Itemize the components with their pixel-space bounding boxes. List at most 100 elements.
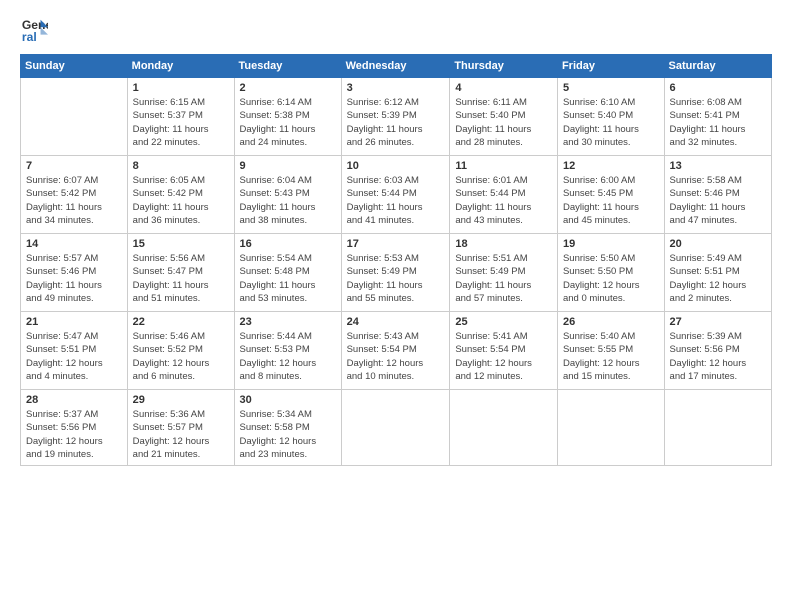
calendar-cell: 20 Sunrise: 5:49 AM Sunset: 5:51 PM Dayli…: [664, 234, 771, 312]
day-info: Sunrise: 6:14 AM Sunset: 5:38 PM Dayligh…: [240, 96, 336, 149]
day-number: 18: [455, 238, 552, 250]
day-info: Sunrise: 5:43 AM Sunset: 5:54 PM Dayligh…: [347, 330, 445, 383]
calendar-cell: 27 Sunrise: 5:39 AM Sunset: 5:56 PM Dayli…: [664, 312, 771, 390]
day-info: Sunrise: 5:47 AM Sunset: 5:51 PM Dayligh…: [26, 330, 122, 383]
calendar-cell: [450, 390, 558, 466]
day-number: 30: [240, 394, 336, 406]
weekday-header: Thursday: [450, 55, 558, 78]
day-number: 23: [240, 316, 336, 328]
calendar-cell: [21, 78, 128, 156]
calendar-cell: 15Sunrise: 5:56 AM Sunset: 5:47 PM Dayli…: [127, 234, 234, 312]
day-number: 16: [240, 238, 336, 250]
day-number: 7: [26, 160, 122, 172]
day-number: 6: [670, 82, 766, 94]
calendar-cell: [664, 390, 771, 466]
calendar-week-row: 28Sunrise: 5:37 AM Sunset: 5:56 PM Dayli…: [21, 390, 772, 466]
calendar-table: SundayMondayTuesdayWednesdayThursdayFrid…: [20, 54, 772, 466]
calendar-cell: 17 Sunrise: 5:53 AM Sunset: 5:49 PM Dayli…: [341, 234, 450, 312]
day-info: Sunrise: 6:00 AM Sunset: 5:45 PM Dayligh…: [563, 174, 659, 227]
day-number: 20: [670, 238, 766, 250]
calendar-cell: 19Sunrise: 5:50 AM Sunset: 5:50 PM Dayli…: [557, 234, 664, 312]
svg-text:ral: ral: [22, 30, 37, 44]
day-info: Sunrise: 6:11 AM Sunset: 5:40 PM Dayligh…: [455, 96, 552, 149]
day-info: Sunrise: 5:51 AM Sunset: 5:49 PM Dayligh…: [455, 252, 552, 305]
calendar-cell: 1 Sunrise: 6:15 AM Sunset: 5:37 PM Daylig…: [127, 78, 234, 156]
logo-icon: Gene ral: [20, 16, 48, 44]
calendar-cell: [341, 390, 450, 466]
day-number: 29: [133, 394, 229, 406]
day-number: 26: [563, 316, 659, 328]
day-number: 11: [455, 160, 552, 172]
day-info: Sunrise: 5:49 AM Sunset: 5:51 PM Dayligh…: [670, 252, 766, 305]
day-info: Sunrise: 5:50 AM Sunset: 5:50 PM Dayligh…: [563, 252, 659, 305]
calendar-cell: 6 Sunrise: 6:08 AM Sunset: 5:41 PM Daylig…: [664, 78, 771, 156]
day-number: 10: [347, 160, 445, 172]
day-info: Sunrise: 5:57 AM Sunset: 5:46 PM Dayligh…: [26, 252, 122, 305]
calendar-cell: 12 Sunrise: 6:00 AM Sunset: 5:45 PM Dayli…: [557, 156, 664, 234]
day-info: Sunrise: 5:39 AM Sunset: 5:56 PM Dayligh…: [670, 330, 766, 383]
day-info: Sunrise: 5:58 AM Sunset: 5:46 PM Dayligh…: [670, 174, 766, 227]
day-number: 24: [347, 316, 445, 328]
day-info: Sunrise: 6:10 AM Sunset: 5:40 PM Dayligh…: [563, 96, 659, 149]
day-info: Sunrise: 5:41 AM Sunset: 5:54 PM Dayligh…: [455, 330, 552, 383]
day-number: 25: [455, 316, 552, 328]
weekday-header: Saturday: [664, 55, 771, 78]
calendar-cell: 5 Sunrise: 6:10 AM Sunset: 5:40 PM Daylig…: [557, 78, 664, 156]
calendar-cell: 8 Sunrise: 6:05 AM Sunset: 5:42 PM Daylig…: [127, 156, 234, 234]
day-number: 21: [26, 316, 122, 328]
day-info: Sunrise: 5:54 AM Sunset: 5:48 PM Dayligh…: [240, 252, 336, 305]
day-number: 12: [563, 160, 659, 172]
day-number: 27: [670, 316, 766, 328]
day-number: 15: [133, 238, 229, 250]
day-number: 4: [455, 82, 552, 94]
day-number: 3: [347, 82, 445, 94]
day-info: Sunrise: 5:37 AM Sunset: 5:56 PM Dayligh…: [26, 408, 122, 461]
calendar-header-row: SundayMondayTuesdayWednesdayThursdayFrid…: [21, 55, 772, 78]
day-info: Sunrise: 6:15 AM Sunset: 5:37 PM Dayligh…: [133, 96, 229, 149]
day-number: 8: [133, 160, 229, 172]
calendar-cell: 28Sunrise: 5:37 AM Sunset: 5:56 PM Dayli…: [21, 390, 128, 466]
day-info: Sunrise: 6:04 AM Sunset: 5:43 PM Dayligh…: [240, 174, 336, 227]
calendar-cell: 10Sunrise: 6:03 AM Sunset: 5:44 PM Dayli…: [341, 156, 450, 234]
day-info: Sunrise: 6:08 AM Sunset: 5:41 PM Dayligh…: [670, 96, 766, 149]
calendar-cell: 23Sunrise: 5:44 AM Sunset: 5:53 PM Dayli…: [234, 312, 341, 390]
calendar-week-row: 14 Sunrise: 5:57 AM Sunset: 5:46 PM Dayli…: [21, 234, 772, 312]
calendar-cell: 2 Sunrise: 6:14 AM Sunset: 5:38 PM Daylig…: [234, 78, 341, 156]
calendar-cell: 13 Sunrise: 5:58 AM Sunset: 5:46 PM Dayli…: [664, 156, 771, 234]
calendar-week-row: 21 Sunrise: 5:47 AM Sunset: 5:51 PM Dayli…: [21, 312, 772, 390]
weekday-header: Sunday: [21, 55, 128, 78]
weekday-header: Friday: [557, 55, 664, 78]
weekday-header: Tuesday: [234, 55, 341, 78]
day-info: Sunrise: 5:40 AM Sunset: 5:55 PM Dayligh…: [563, 330, 659, 383]
day-info: Sunrise: 5:36 AM Sunset: 5:57 PM Dayligh…: [133, 408, 229, 461]
calendar-cell: 14 Sunrise: 5:57 AM Sunset: 5:46 PM Dayli…: [21, 234, 128, 312]
day-number: 14: [26, 238, 122, 250]
day-number: 17: [347, 238, 445, 250]
calendar-cell: 29 Sunrise: 5:36 AM Sunset: 5:57 PM Dayli…: [127, 390, 234, 466]
calendar-cell: 26 Sunrise: 5:40 AM Sunset: 5:55 PM Dayli…: [557, 312, 664, 390]
calendar-cell: 3 Sunrise: 6:12 AM Sunset: 5:39 PM Daylig…: [341, 78, 450, 156]
calendar-cell: [557, 390, 664, 466]
header: Gene ral: [20, 16, 772, 44]
day-info: Sunrise: 5:53 AM Sunset: 5:49 PM Dayligh…: [347, 252, 445, 305]
day-number: 2: [240, 82, 336, 94]
day-number: 22: [133, 316, 229, 328]
day-info: Sunrise: 6:12 AM Sunset: 5:39 PM Dayligh…: [347, 96, 445, 149]
day-number: 13: [670, 160, 766, 172]
day-info: Sunrise: 6:01 AM Sunset: 5:44 PM Dayligh…: [455, 174, 552, 227]
weekday-header: Monday: [127, 55, 234, 78]
calendar-cell: 11 Sunrise: 6:01 AM Sunset: 5:44 PM Dayli…: [450, 156, 558, 234]
calendar-cell: 22Sunrise: 5:46 AM Sunset: 5:52 PM Dayli…: [127, 312, 234, 390]
calendar-cell: 7Sunrise: 6:07 AM Sunset: 5:42 PM Daylig…: [21, 156, 128, 234]
day-number: 1: [133, 82, 229, 94]
calendar-cell: 25 Sunrise: 5:41 AM Sunset: 5:54 PM Dayli…: [450, 312, 558, 390]
calendar-cell: 21 Sunrise: 5:47 AM Sunset: 5:51 PM Dayli…: [21, 312, 128, 390]
calendar-cell: 18 Sunrise: 5:51 AM Sunset: 5:49 PM Dayli…: [450, 234, 558, 312]
weekday-header: Wednesday: [341, 55, 450, 78]
day-info: Sunrise: 5:34 AM Sunset: 5:58 PM Dayligh…: [240, 408, 336, 461]
day-info: Sunrise: 6:05 AM Sunset: 5:42 PM Dayligh…: [133, 174, 229, 227]
calendar-cell: 9Sunrise: 6:04 AM Sunset: 5:43 PM Daylig…: [234, 156, 341, 234]
calendar-week-row: 1 Sunrise: 6:15 AM Sunset: 5:37 PM Daylig…: [21, 78, 772, 156]
calendar-cell: 4 Sunrise: 6:11 AM Sunset: 5:40 PM Daylig…: [450, 78, 558, 156]
day-number: 5: [563, 82, 659, 94]
